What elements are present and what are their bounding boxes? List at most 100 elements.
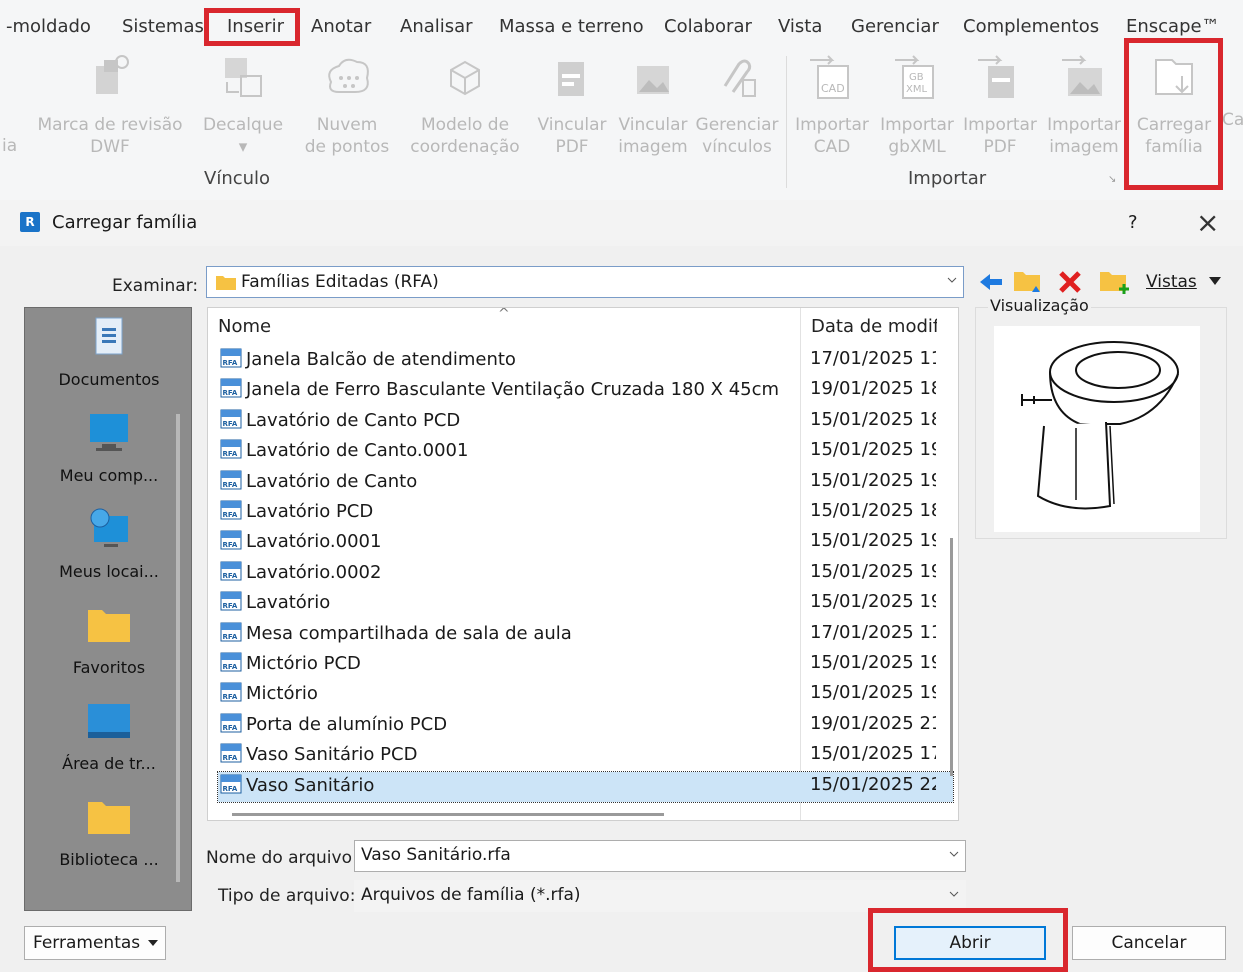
rfa-file-icon: RFA bbox=[220, 713, 242, 733]
new-folder-icon[interactable] bbox=[1098, 266, 1130, 296]
vistas-menu[interactable]: Vistas bbox=[1146, 272, 1197, 292]
file-date: 15/01/2025 19:4 bbox=[810, 591, 936, 613]
place-area-de-trabalho[interactable]: Área de tr... bbox=[25, 700, 193, 773]
examinar-label: Examinar: bbox=[112, 276, 199, 296]
filename-input[interactable]: Vaso Sanitário.rfa bbox=[354, 840, 966, 872]
close-button[interactable]: × bbox=[1196, 206, 1219, 239]
tab-analisar[interactable]: Analisar bbox=[400, 16, 473, 37]
file-name: RFA Janela Balcão de atendimento bbox=[220, 348, 516, 370]
file-name: RFA Vaso Sanitário PCD bbox=[220, 743, 417, 765]
place-biblioteca[interactable]: Biblioteca ... bbox=[25, 796, 193, 869]
file-row[interactable]: RFALavatório PCD 15/01/2025 18:2 bbox=[218, 498, 953, 528]
importar-imagem-button[interactable]: Importar imagem bbox=[1042, 52, 1126, 158]
tab-enscape[interactable]: Enscape™ bbox=[1126, 16, 1220, 37]
svg-text:RFA: RFA bbox=[223, 693, 238, 701]
coordination-model-icon bbox=[450, 60, 480, 96]
file-date: 15/01/2025 19:1 bbox=[810, 652, 936, 673]
svg-text:RFA: RFA bbox=[223, 541, 238, 549]
tab-gerenciar[interactable]: Gerenciar bbox=[851, 16, 939, 37]
svg-text:RFA: RFA bbox=[223, 450, 238, 458]
svg-text:RFA: RFA bbox=[223, 359, 238, 367]
file-row[interactable]: RFALavatório.0001 15/01/2025 19:3 bbox=[218, 528, 953, 558]
preview-image bbox=[994, 326, 1200, 532]
importar-gbxml-button[interactable]: GB XML Importar gbXML bbox=[874, 52, 960, 158]
ferramentas-button[interactable]: Ferramentas bbox=[24, 926, 166, 960]
vincular-pdf-button[interactable]: Vincular PDF bbox=[534, 52, 610, 158]
file-row[interactable]: RFALavatório.0002 15/01/2025 19:3 bbox=[218, 559, 953, 589]
tab-vista[interactable]: Vista bbox=[778, 16, 822, 37]
nuvem-de-pontos-button[interactable]: Nuvem de pontos bbox=[302, 52, 392, 158]
file-row[interactable]: RFA Mesa compartilhada de sala de aula 17/… bbox=[218, 620, 953, 650]
import-cad-icon: CAD bbox=[810, 55, 849, 99]
file-date: 15/01/2025 22:3 bbox=[810, 773, 936, 795]
delete-icon[interactable] bbox=[1056, 268, 1084, 296]
rfa-file-icon: RFA bbox=[220, 743, 242, 763]
places-scrollbar[interactable] bbox=[176, 414, 180, 882]
file-name: RFA Lavatório bbox=[220, 591, 330, 613]
back-arrow-icon[interactable] bbox=[976, 268, 1006, 296]
dwf-markup-icon bbox=[96, 55, 129, 94]
svg-text:RFA: RFA bbox=[223, 785, 238, 793]
folder-name: Famílias Editadas (RFA) bbox=[241, 272, 439, 292]
file-row[interactable]: RFALavatório de Canto PCD 15/01/2025 18:3 bbox=[218, 407, 953, 437]
up-folder-icon[interactable] bbox=[1012, 266, 1044, 296]
file-row[interactable]: RFAMictório 15/01/2025 19:1 bbox=[218, 680, 953, 710]
tab-moldado[interactable]: -moldado bbox=[6, 16, 91, 37]
column-header-nome[interactable]: Nome bbox=[218, 316, 271, 337]
modelo-de-coordenacao-button[interactable]: Modelo de coordenação bbox=[406, 52, 524, 158]
rfa-file-icon: RFA bbox=[220, 561, 242, 581]
place-meus-locais[interactable]: Meus locai... bbox=[25, 508, 193, 581]
file-row[interactable]: RFA Janela de Ferro Basculante Ventilação… bbox=[218, 376, 953, 406]
tab-sistemas[interactable]: Sistemas bbox=[122, 16, 204, 37]
vincular-imagem-button[interactable]: Vincular imagem bbox=[614, 52, 692, 158]
import-gbxml-icon: GBXML bbox=[895, 55, 934, 99]
rfa-file-icon: RFA bbox=[220, 591, 242, 611]
file-name: RFA Lavatório.0002 bbox=[220, 561, 381, 583]
marca-revisao-dwf-button[interactable]: Marca de revisão DWF bbox=[36, 52, 184, 158]
panel-expand-icon[interactable]: ↘ bbox=[1108, 174, 1116, 185]
file-row[interactable]: RFALavatório de Canto.0001 15/01/2025 19:… bbox=[218, 437, 953, 467]
cancelar-button[interactable]: Cancelar bbox=[1072, 926, 1226, 960]
tab-massa-e-terreno[interactable]: Massa e terreno bbox=[499, 16, 644, 37]
vertical-scrollbar[interactable] bbox=[950, 538, 953, 776]
tab-colaborar[interactable]: Colaborar bbox=[664, 16, 752, 37]
place-favoritos[interactable]: Favoritos bbox=[25, 604, 193, 677]
chevron-down-icon[interactable] bbox=[949, 889, 959, 899]
column-header-data[interactable]: Data de modifi bbox=[811, 316, 937, 337]
place-meu-computador[interactable]: Meu comp... bbox=[25, 412, 193, 485]
file-row[interactable]: RFAPorta de alumínio PCD 19/01/2025 21:1 bbox=[218, 711, 953, 741]
importar-cad-button[interactable]: CAD Importar CAD bbox=[790, 52, 874, 158]
file-name: RFA Vaso Sanitário bbox=[220, 774, 374, 796]
file-date: 15/01/2025 19:1 bbox=[810, 439, 936, 461]
file-list: Nome ^ Data de modifi RFA Janela Balcão d… bbox=[207, 307, 959, 821]
vistas-dropdown-icon[interactable] bbox=[1208, 276, 1222, 286]
file-row[interactable]: RFAVaso Sanitário 15/01/2025 22:3 bbox=[217, 770, 954, 803]
file-row[interactable]: RFALavatório de Canto 15/01/2025 19:3 bbox=[218, 468, 953, 498]
importar-pdf-button[interactable]: Importar PDF bbox=[958, 52, 1042, 158]
help-button[interactable]: ? bbox=[1128, 212, 1138, 233]
file-row[interactable]: RFAVaso Sanitário PCD 15/01/2025 17:4 bbox=[218, 741, 953, 771]
folder-select[interactable]: Famílias Editadas (RFA) bbox=[206, 266, 964, 298]
place-documentos[interactable]: Documentos bbox=[25, 316, 193, 389]
chevron-down-icon[interactable] bbox=[949, 849, 959, 859]
svg-text:RFA: RFA bbox=[223, 389, 238, 397]
horizontal-scrollbar[interactable] bbox=[232, 813, 664, 816]
file-row[interactable]: RFALavatório 15/01/2025 19:4 bbox=[218, 589, 953, 619]
file-row[interactable]: RFA Janela Balcão de atendimento 17/01/202… bbox=[218, 346, 953, 376]
highlight-inserir-tab bbox=[204, 8, 300, 46]
chevron-down-icon bbox=[947, 277, 957, 283]
file-name: RFA Lavatório de Canto bbox=[220, 470, 417, 492]
svg-text:RFA: RFA bbox=[223, 572, 238, 580]
svg-text:RFA: RFA bbox=[223, 420, 238, 428]
filetype-label: Tipo de arquivo: bbox=[218, 886, 356, 906]
gerenciar-vinculos-button[interactable]: Gerenciar vínculos bbox=[694, 52, 780, 158]
file-name: RFA Lavatório de Canto PCD bbox=[220, 409, 460, 431]
tools-dropdown-icon bbox=[148, 940, 158, 946]
preview-label: Visualização bbox=[988, 296, 1091, 315]
decalque-button[interactable]: Decalque ▾ bbox=[198, 52, 288, 158]
file-row[interactable]: RFAMictório PCD 15/01/2025 19:1 bbox=[218, 650, 953, 680]
tab-complementos[interactable]: Complementos bbox=[963, 16, 1099, 37]
tab-anotar[interactable]: Anotar bbox=[311, 16, 371, 37]
file-name: RFA Lavatório PCD bbox=[220, 500, 373, 522]
panel-label-vinculo: Vínculo bbox=[204, 168, 271, 189]
